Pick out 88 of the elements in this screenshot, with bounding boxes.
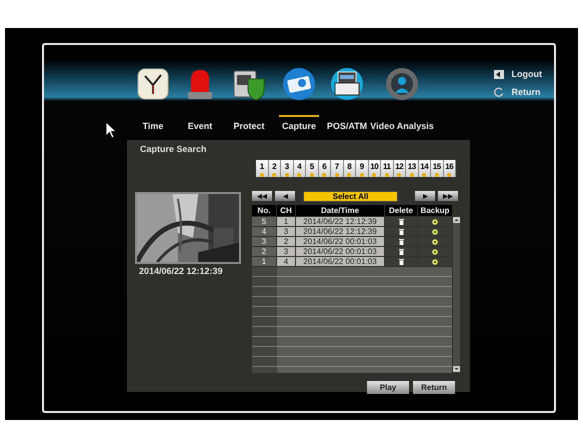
trash-icon (398, 238, 404, 244)
double-arrow-icon (257, 194, 267, 198)
channel-button[interactable]: 15 (431, 160, 444, 177)
backup-button[interactable] (418, 237, 452, 246)
disc-icon (432, 248, 438, 254)
table-cell: 2014/06/22 00:01:03 (296, 247, 384, 256)
table-cell: 2014/06/22 00:01:03 (296, 237, 384, 246)
menu-tab[interactable]: Protect (224, 67, 274, 134)
column-header: CH (277, 205, 295, 216)
table-cell: 2014/06/22 12:12:39 (296, 217, 384, 226)
camera-icon (282, 67, 316, 101)
delete-button[interactable] (385, 237, 417, 246)
return-button[interactable]: Return (494, 86, 542, 99)
delete-button[interactable] (385, 257, 417, 266)
menu-tab[interactable]: Event (176, 67, 224, 134)
arrow-icon (422, 194, 428, 198)
first-page-button[interactable] (252, 191, 272, 201)
channel-button[interactable]: 11 (381, 160, 394, 177)
register-icon (330, 67, 364, 101)
channel-button[interactable]: 13 (406, 160, 418, 177)
scrollbar[interactable] (453, 217, 460, 372)
logout-button[interactable]: Logout (494, 68, 542, 82)
double-arrow-icon (443, 194, 453, 198)
table-cell: 5 (252, 217, 276, 226)
cursor-icon (105, 121, 117, 139)
backup-button[interactable] (418, 227, 452, 236)
column-header: Backup (418, 205, 452, 216)
delete-button[interactable] (385, 247, 417, 256)
channel-button[interactable]: 10 (368, 160, 381, 177)
table-cell: 4 (252, 227, 276, 236)
clock-icon (136, 67, 170, 101)
delete-button[interactable] (385, 217, 417, 226)
table-cell: 3 (252, 237, 276, 246)
scroll-up-icon (453, 217, 460, 223)
arrow-icon (282, 194, 288, 198)
table-cell: 3 (277, 227, 295, 236)
table-cell: 2 (277, 237, 295, 246)
channel-button[interactable]: 7 (331, 160, 344, 177)
channel-button[interactable]: 6 (318, 160, 331, 177)
channel-button[interactable]: 1 (256, 160, 268, 177)
channel-button[interactable]: 5 (306, 160, 318, 177)
logout-icon (494, 70, 504, 80)
disc-icon (432, 218, 438, 224)
preview-timestamp: 2014/06/22 12:12:39 (139, 265, 223, 278)
table-cell: 2014/06/22 12:12:39 (296, 227, 384, 236)
menu-tab[interactable]: POS/ATM (324, 67, 370, 134)
channel-button[interactable]: 3 (281, 160, 294, 177)
table-cell: 3 (277, 247, 295, 256)
channel-button[interactable]: 4 (294, 160, 306, 177)
next-page-button[interactable] (415, 191, 435, 201)
person-icon (385, 67, 419, 101)
trash-icon (398, 258, 404, 264)
previous-page-button[interactable] (275, 191, 295, 201)
table-cell: 2 (252, 247, 276, 256)
menu-tab[interactable]: Capture (274, 67, 324, 134)
menu-tab[interactable]: Video Analysis (370, 67, 434, 134)
channel-button[interactable]: 16 (444, 160, 456, 177)
table-cell: 4 (277, 257, 295, 266)
channel-button[interactable]: 14 (418, 160, 431, 177)
channel-button[interactable]: 12 (394, 160, 406, 177)
table-cell: 2014/06/22 00:01:03 (296, 257, 384, 266)
menu-tab[interactable]: Time (130, 67, 176, 134)
backup-button[interactable] (418, 217, 452, 226)
table-cell: 1 (252, 257, 276, 266)
refresh-icon (494, 87, 504, 98)
channel-button[interactable]: 8 (344, 160, 356, 177)
backup-button[interactable] (418, 247, 452, 256)
table-cell: 1 (277, 217, 295, 226)
trash-icon (398, 248, 404, 254)
last-page-button[interactable] (438, 191, 458, 201)
select-all-button[interactable]: Select All (303, 190, 398, 202)
action-button[interactable]: Play (367, 381, 409, 394)
disc-icon (432, 228, 438, 234)
column-header: No. (252, 205, 276, 216)
trash-icon (398, 228, 404, 234)
column-header: Delete (385, 205, 417, 216)
delete-button[interactable] (385, 227, 417, 236)
column-header: Date/Time (296, 205, 384, 216)
channel-button[interactable]: 9 (356, 160, 368, 177)
disc-icon (432, 258, 438, 264)
action-button[interactable]: Return (413, 381, 455, 394)
backup-button[interactable] (418, 257, 452, 266)
scroll-down-icon (453, 366, 460, 372)
trash-icon (398, 218, 404, 224)
channel-button[interactable]: 2 (268, 160, 281, 177)
panel-title: Capture Search (140, 142, 207, 156)
tab-indicator (279, 115, 319, 117)
disc-icon (432, 238, 438, 244)
